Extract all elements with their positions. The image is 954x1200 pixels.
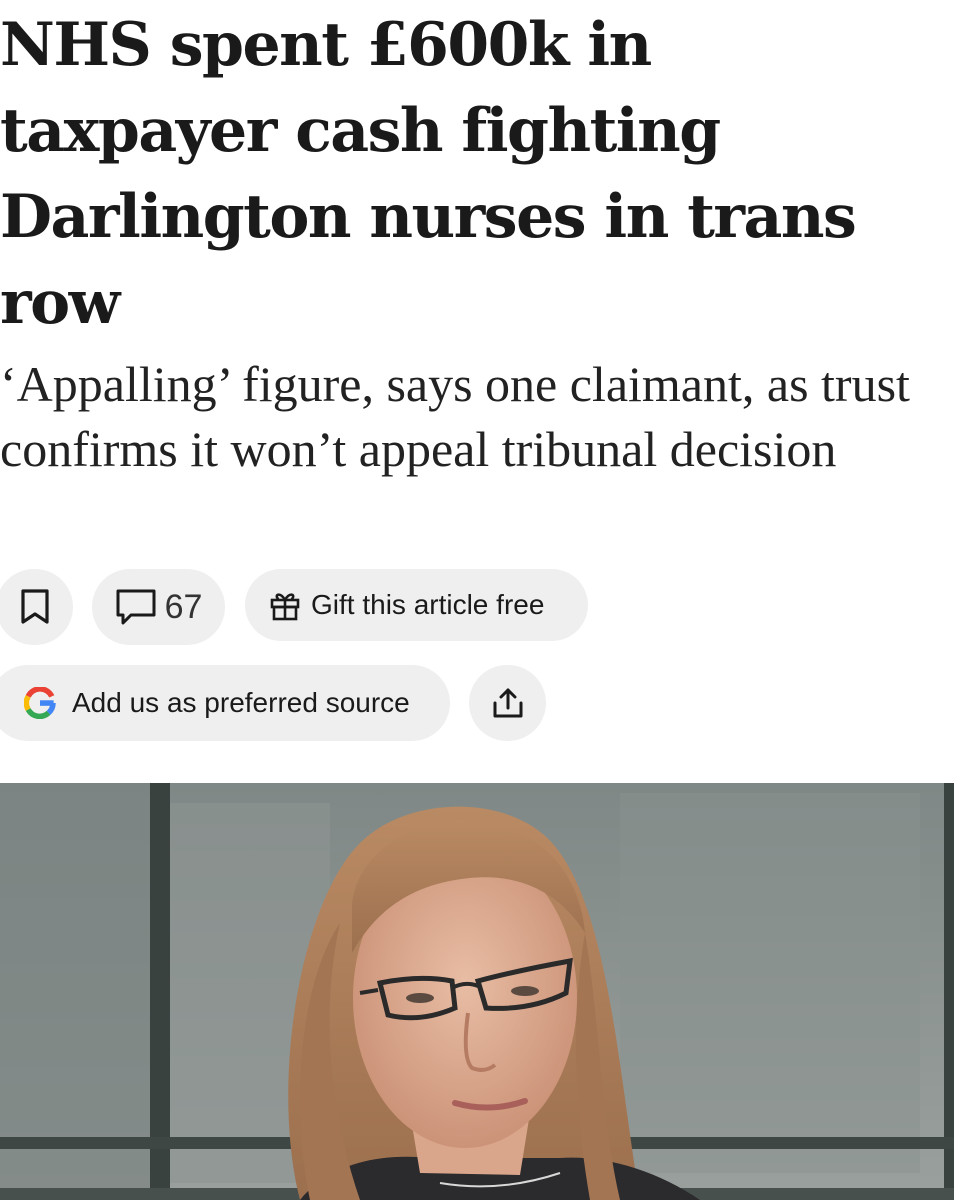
article-hero-photo <box>0 783 954 1200</box>
comment-bubble-icon <box>115 588 157 626</box>
google-logo-icon <box>24 687 56 719</box>
save-article-button[interactable] <box>0 569 73 645</box>
gift-icon <box>269 589 301 621</box>
bookmark-icon <box>20 589 50 625</box>
share-button[interactable] <box>469 665 546 741</box>
share-icon <box>491 686 525 720</box>
preferred-source-button[interactable]: Add us as preferred source <box>0 665 450 741</box>
gift-article-button[interactable]: Gift this article free <box>245 569 588 641</box>
comments-button[interactable]: 67 <box>92 569 225 645</box>
article-standfirst: ‘Appalling’ figure, says one claimant, a… <box>0 356 910 477</box>
comment-count: 67 <box>164 587 203 626</box>
gift-article-label: Gift this article free <box>311 589 545 620</box>
preferred-source-label: Add us as preferred source <box>72 687 410 718</box>
article-headline: NHS spent £600k in taxpayer cash fightin… <box>0 10 857 338</box>
